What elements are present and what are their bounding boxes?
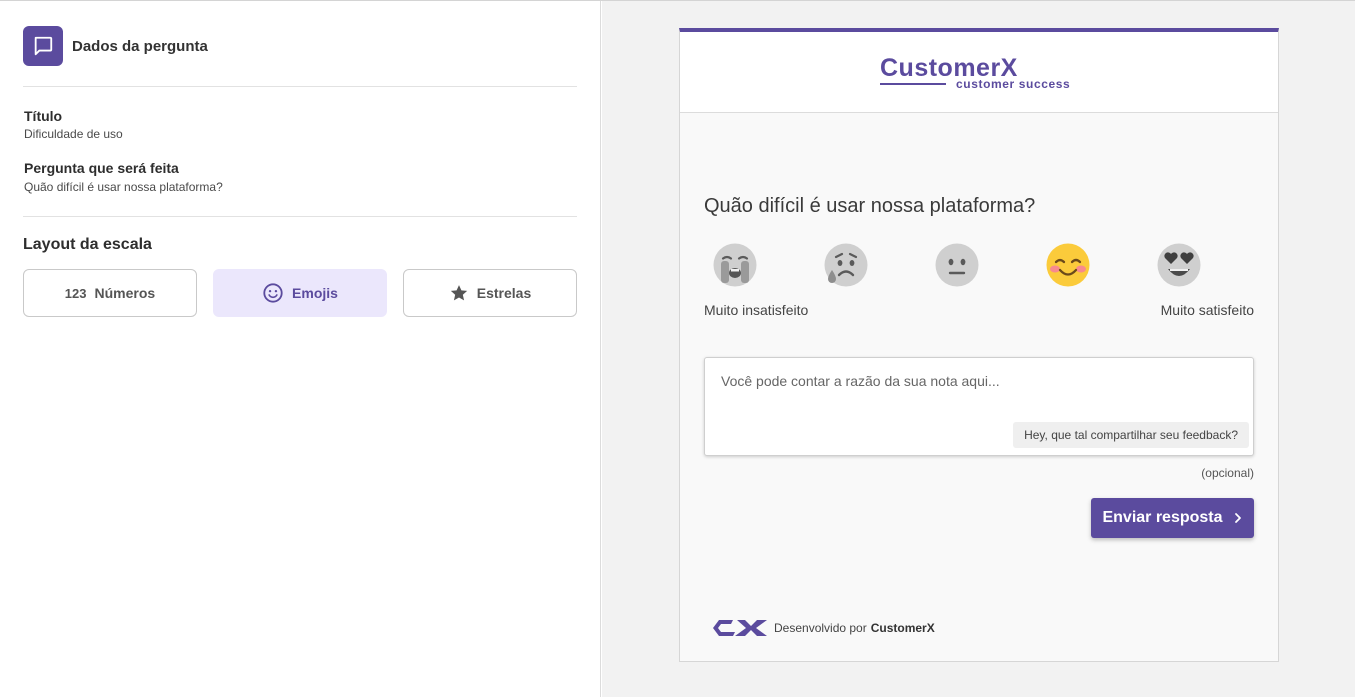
title-field-value: Dificuldade de uso [24, 127, 123, 141]
preview-area: CustomerX customer success Quão difícil … [602, 1, 1355, 697]
feedback-textbox: Hey, que tal compartilhar seu feedback? [704, 357, 1254, 456]
title-field-label: Título [24, 108, 63, 124]
scale-option-label: Estrelas [476, 285, 532, 301]
scale-layout-title: Layout da escala [23, 236, 152, 253]
submit-label: Enviar resposta [1102, 509, 1223, 526]
neutral-face-icon[interactable] [934, 242, 980, 288]
survey-preview-card: CustomerX customer success Quão difícil … [679, 28, 1279, 662]
logo-tagline: customer success [956, 77, 1070, 91]
scale-option-label: Emojis [292, 285, 338, 301]
chevron-right-icon [1233, 512, 1243, 524]
question-settings-panel: Dados da pergunta Título Dificuldade de … [0, 1, 601, 697]
sad-tear-face-icon[interactable] [823, 242, 869, 288]
card-header: CustomerX customer success [680, 32, 1278, 113]
smiley-icon [262, 282, 284, 304]
divider [23, 216, 577, 217]
powered-by-footer: Desenvolvido por CustomerX [711, 617, 935, 639]
submit-response-button[interactable]: Enviar resposta [1091, 498, 1254, 538]
chat-bubble-icon [23, 26, 63, 66]
scale-emojis-button[interactable]: Emojis [213, 269, 387, 317]
emoji-scale: Muito insatisfeito Muito satisfeito [704, 242, 1254, 322]
scale-min-label: Muito insatisfeito [704, 302, 809, 318]
footer-brand: CustomerX [870, 621, 935, 635]
star-icon [449, 283, 469, 303]
numbers-icon: 123 [64, 285, 87, 301]
question-field-label: Pergunta que será feita [24, 160, 179, 176]
divider [23, 86, 577, 87]
feedback-tip: Hey, que tal compartilhar seu feedback? [1013, 422, 1249, 448]
footer-text: Desenvolvido por [774, 621, 867, 635]
question-field-value: Quão difícil é usar nossa plataforma? [24, 180, 223, 194]
smiling-face-icon[interactable] [1045, 242, 1091, 288]
survey-question: Quão difícil é usar nossa plataforma? [704, 195, 1036, 217]
panel-header: Dados da pergunta [23, 26, 208, 66]
optional-label: (opcional) [1201, 466, 1254, 480]
scale-option-label: Números [94, 285, 156, 301]
scale-numbers-button[interactable]: 123 Números [23, 269, 197, 317]
scale-max-label: Muito satisfeito [1160, 302, 1254, 318]
weeping-face-icon[interactable] [712, 242, 758, 288]
scale-stars-button[interactable]: Estrelas [403, 269, 577, 317]
panel-title: Dados da pergunta [72, 37, 208, 55]
heart-eyes-face-icon[interactable] [1156, 242, 1202, 288]
customerx-logo: CustomerX customer success [880, 54, 1070, 91]
cx-logo-icon [713, 620, 767, 636]
